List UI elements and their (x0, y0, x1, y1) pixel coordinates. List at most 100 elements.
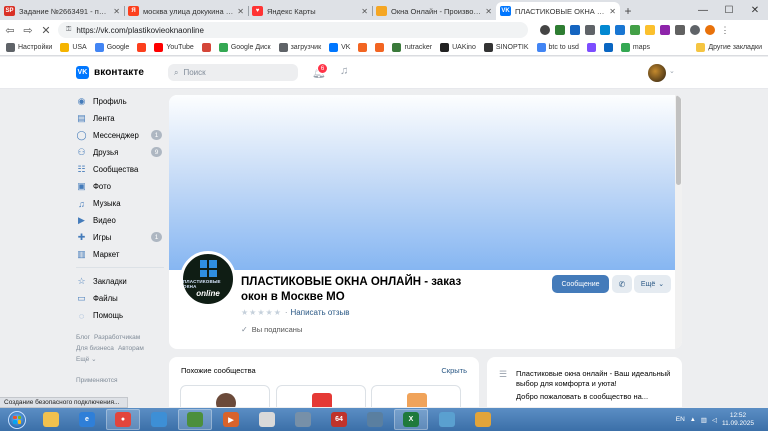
left-menu-item[interactable]: ▭ Файлы (76, 290, 164, 307)
taskbar-app-shield[interactable] (286, 409, 320, 430)
more-button[interactable]: Ещё ⌄ (634, 275, 671, 293)
left-menu-item[interactable]: ☆ Закладки (76, 273, 164, 290)
start-button[interactable] (2, 409, 32, 431)
similar-community-card[interactable] (371, 385, 461, 407)
taskbar-app-ie[interactable]: e (70, 409, 104, 430)
close-window-button[interactable]: ✕ (742, 0, 768, 20)
music-icon[interactable]: ♫ (340, 65, 348, 77)
left-menu-item[interactable]: ▶ Видео (76, 212, 164, 229)
taskbar-app-chrome[interactable]: ● (106, 409, 140, 430)
bookmark-item[interactable] (358, 43, 368, 52)
taskbar-app-monitor[interactable] (358, 409, 392, 430)
scrollbar-thumb[interactable] (676, 95, 681, 185)
browser-tab[interactable]: ♥ Яндекс Карты ✕ (248, 2, 372, 20)
language-indicator[interactable]: EN (676, 416, 685, 423)
extension-icon[interactable] (660, 25, 670, 35)
rating-stars[interactable]: ★★★★★ (241, 308, 282, 317)
volume-icon[interactable]: ◁ (712, 416, 717, 424)
bookmark-item[interactable]: SINOPTIK (483, 43, 529, 52)
footer-link[interactable]: Блог (76, 334, 90, 341)
taskbar-app-globe[interactable] (142, 409, 176, 430)
browser-tab[interactable]: Окна Онлайн - Производство✕ (372, 2, 496, 20)
chevron-down-icon[interactable]: ⌄ (669, 67, 675, 75)
extension-icon[interactable] (555, 25, 565, 35)
taskbar-app-explorer[interactable] (34, 409, 68, 430)
vk-logo[interactable]: VK вконтакте (76, 66, 144, 79)
bookmark-item[interactable] (603, 43, 613, 52)
browser-tab[interactable]: SP Задание №2663491 - просмо ✕ (0, 2, 124, 20)
left-menu-item[interactable]: ▥ Маркет (76, 246, 164, 263)
other-bookmarks-folder[interactable]: Другие закладки (696, 43, 762, 52)
footer-link[interactable]: Для бизнеса (76, 345, 114, 352)
extension-icon[interactable] (645, 25, 655, 35)
bookmark-item[interactable] (375, 43, 385, 52)
bookmark-item[interactable]: Настройки (6, 43, 52, 52)
user-avatar[interactable] (648, 64, 666, 82)
extension-icon[interactable] (675, 25, 685, 35)
bookmark-item[interactable] (201, 43, 211, 52)
bookmark-item[interactable]: YouTube (154, 43, 194, 52)
site-info-icon[interactable]: ⚿ (66, 26, 71, 34)
left-menu-item[interactable]: ♫ Музыка (76, 195, 164, 212)
extension-icon[interactable] (540, 25, 550, 35)
network-icon[interactable]: ▥ (701, 416, 707, 424)
left-menu-item[interactable]: ☷ Сообщества (76, 161, 164, 178)
left-menu-item[interactable]: ▣ Фото (76, 178, 164, 195)
browser-tab[interactable]: VK ПЛАСТИКОВЫЕ ОКНА ОНЛАЙН ✕ (496, 2, 620, 20)
similar-community-card[interactable] (180, 385, 270, 407)
vk-search-input[interactable]: ⌕ Поиск (168, 64, 298, 81)
bookmark-item[interactable]: btc to usd (536, 43, 579, 52)
bookmark-item[interactable]: maps (620, 43, 650, 52)
profile-icon[interactable] (690, 25, 700, 35)
scrollbar-track[interactable] (675, 95, 682, 349)
taskbar-app-net[interactable] (430, 409, 464, 430)
update-icon[interactable] (705, 25, 715, 35)
taskbar-app-calc[interactable] (178, 409, 212, 430)
clock[interactable]: 12:52 11.09.2025 (722, 412, 754, 428)
extension-icon[interactable] (585, 25, 595, 35)
maximize-button[interactable]: ☐ (716, 0, 742, 20)
extension-icon[interactable] (600, 25, 610, 35)
write-review-link[interactable]: Написать отзыв (291, 308, 350, 317)
taskbar-app-notes[interactable] (250, 409, 284, 430)
bookmark-item[interactable]: Google (94, 43, 129, 52)
close-tab-icon[interactable]: ✕ (113, 7, 120, 16)
taskbar-app-folder[interactable] (466, 409, 500, 430)
close-tab-icon[interactable]: ✕ (237, 7, 244, 16)
call-button[interactable]: ✆ (612, 275, 632, 293)
taskbar-app-excel[interactable]: X (394, 409, 428, 430)
bookmark-item[interactable]: VK (329, 43, 350, 52)
close-tab-icon[interactable]: ✕ (361, 7, 368, 16)
bookmark-item[interactable]: загрузчик (278, 43, 321, 52)
left-menu-item[interactable]: ▤ Лента (76, 110, 164, 127)
message-button[interactable]: Сообщение (552, 275, 609, 293)
footer-link[interactable]: Ещё ⌄ (76, 356, 97, 363)
similar-community-card[interactable] (276, 385, 366, 407)
extension-icon[interactable] (570, 25, 580, 35)
community-avatar[interactable]: ПЛАСТИКОВЫЕ ОКНА online (180, 251, 236, 307)
show-hidden-icons-icon[interactable]: ▲ (690, 417, 696, 423)
bookmark-item[interactable]: UAKino (440, 43, 476, 52)
new-tab-button[interactable]: + (620, 2, 636, 20)
left-menu-item[interactable]: ✚ Игры 1 (76, 229, 164, 246)
taskbar-app-player[interactable]: ▶ (214, 409, 248, 430)
extension-icon[interactable] (615, 25, 625, 35)
hide-link[interactable]: Скрыть (441, 366, 467, 375)
left-menu-item[interactable]: ◯ Мессенджер 1 (76, 127, 164, 144)
minimize-button[interactable]: — (690, 0, 716, 20)
bookmark-item[interactable] (137, 43, 147, 52)
taskbar-app-app64[interactable]: 64 (322, 409, 356, 430)
forward-icon[interactable]: ⇨ (22, 24, 34, 37)
url-input[interactable]: ⚿ https://vk.com/plastikovieoknaonline (58, 22, 528, 38)
menu-kebab-icon[interactable]: ⋮ (720, 25, 730, 35)
browser-tab[interactable]: Ямосква улица докукина 8 стр ✕ (124, 2, 248, 20)
bookmark-item[interactable]: USA (60, 43, 87, 52)
left-menu-item[interactable]: ◉ Профиль (76, 93, 164, 110)
left-menu-item[interactable]: ⚇ Друзья 9 (76, 144, 164, 161)
extension-icon[interactable] (630, 25, 640, 35)
close-tab-icon[interactable]: ✕ (485, 7, 492, 16)
bookmark-item[interactable] (586, 43, 596, 52)
close-tab-icon[interactable]: ✕ (609, 7, 616, 16)
subscription-status[interactable]: ✓ Вы подписаны (241, 325, 302, 334)
bookmark-item[interactable]: rutracker (392, 43, 432, 52)
